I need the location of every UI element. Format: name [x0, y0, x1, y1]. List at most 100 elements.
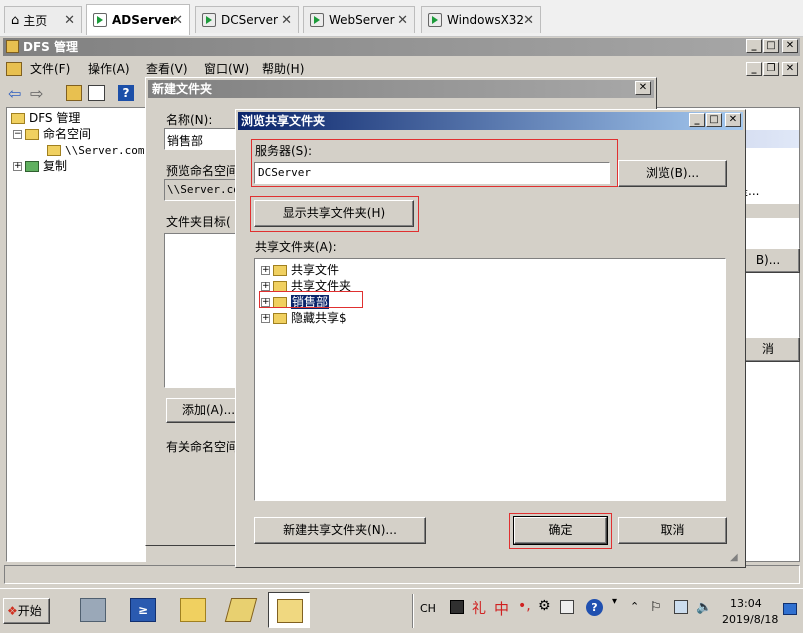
maximize-button[interactable]: □ — [763, 39, 779, 53]
add-target-button[interactable]: 添加(A)... — [166, 398, 238, 423]
dfs-active-taskbar-button[interactable] — [268, 592, 310, 628]
cancel-button[interactable]: 取消 — [618, 517, 727, 544]
tree-item-replication[interactable]: + 复制 — [13, 158, 67, 174]
resize-grip-icon[interactable]: ◢ — [730, 552, 738, 563]
language-indicator[interactable]: CH — [420, 602, 436, 615]
dfs-taskbar-button[interactable] — [220, 592, 262, 628]
shared-folder-icon — [273, 265, 287, 276]
targets-list[interactable] — [164, 233, 239, 388]
clock-time[interactable]: 13:04 — [730, 597, 762, 610]
shared-folder-item[interactable]: + 共享文件 — [261, 262, 339, 278]
name-input[interactable]: 销售部 — [164, 128, 239, 150]
shared-folders-app-icon — [277, 599, 303, 623]
shared-folder-icon — [273, 313, 287, 324]
server-manager-taskbar-button[interactable] — [72, 592, 114, 628]
ok-button[interactable]: 确定 — [513, 516, 608, 545]
targets-label: 文件夹目标( — [166, 215, 231, 229]
new-shared-folder-button[interactable]: 新建共享文件夹(N)... — [254, 517, 426, 544]
window-title: DFS 管理 — [3, 38, 800, 56]
ime-settings-icon[interactable]: ⚙ — [538, 598, 551, 614]
volume-muted-icon[interactable]: 🔈 — [696, 600, 712, 615]
collapse-icon[interactable]: − — [13, 130, 22, 139]
new-folder-title: 新建文件夹 — [148, 80, 654, 98]
forward-arrow-icon[interactable]: ⇨ — [30, 84, 43, 103]
server-manager-icon — [80, 598, 106, 622]
powershell-taskbar-button[interactable]: ≥ — [122, 592, 164, 628]
tree-item-namespaces[interactable]: − 命名空间 — [13, 126, 91, 142]
child-minimize-button[interactable]: _ — [746, 62, 762, 76]
tab-home[interactable]: ⌂ 主页 ✕ — [4, 6, 82, 33]
ime-mode-icon[interactable]: 礼 — [472, 598, 486, 618]
close-icon[interactable]: ✕ — [523, 13, 534, 28]
tab-webserver[interactable]: WebServer ✕ — [303, 6, 415, 33]
child-restore-button[interactable]: ❐ — [763, 62, 779, 76]
back-arrow-icon[interactable]: ⇦ — [8, 84, 21, 103]
start-button[interactable]: ❖开始 — [3, 598, 50, 624]
tray-separator — [412, 594, 414, 628]
console-tree: DFS 管理 − 命名空间 \\Server.com\ + 复制 — [6, 107, 151, 562]
menu-action[interactable]: 操作(A) — [88, 59, 130, 79]
namespace-icon — [25, 129, 39, 140]
selected-folder-highlight — [259, 291, 363, 308]
ime-toolbar-icon[interactable] — [450, 600, 464, 614]
remote-desktop-icon — [93, 13, 107, 27]
tab-dcserver[interactable]: DCServer ✕ — [195, 6, 299, 33]
expand-icon[interactable]: + — [261, 314, 270, 323]
windows-logo-icon: ❖ — [7, 604, 18, 618]
menu-file[interactable]: 文件(F) — [30, 59, 70, 79]
tab-label: WebServer — [329, 13, 395, 27]
new-folder-close-button[interactable]: ✕ — [635, 81, 651, 95]
action-center-flag-icon[interactable]: ⚐ — [650, 600, 662, 615]
toolbar: ⇦ ⇨ ? — [6, 82, 146, 104]
tab-adserver[interactable]: ADServer ✕ — [86, 4, 190, 35]
browse-minimize-button[interactable]: _ — [689, 113, 705, 127]
home-icon: ⌂ — [11, 12, 20, 28]
show-hidden-icons[interactable]: ⌃ — [630, 600, 639, 613]
powershell-icon: ≥ — [130, 598, 156, 622]
minimize-button[interactable]: _ — [746, 39, 762, 53]
dfs-app-icon — [224, 598, 258, 622]
browse-close-button[interactable]: ✕ — [725, 113, 741, 127]
clock-date[interactable]: 2019/8/18 — [722, 613, 778, 626]
folder-icon — [180, 598, 206, 622]
menu-window[interactable]: 窗口(W) — [204, 59, 249, 79]
help-icon[interactable]: ? — [586, 599, 603, 616]
browse-maximize-button[interactable]: □ — [706, 113, 722, 127]
browse-shared-folders-dialog: 浏览共享文件夹 _ □ ✕ 服务器(S): DCServer 浏览(B)... … — [235, 109, 746, 568]
close-icon[interactable]: ✕ — [281, 13, 292, 28]
browser-tab-bar: ⌂ 主页 ✕ ADServer ✕ DCServer ✕ WebServer ✕… — [0, 0, 803, 37]
dfs-icon — [6, 40, 19, 53]
tab-label: 主页 — [23, 13, 48, 28]
network-icon[interactable] — [674, 600, 688, 614]
tree-item-namespace[interactable]: \\Server.com\ — [47, 142, 151, 158]
namespace-folder-icon — [47, 145, 61, 156]
menu-view[interactable]: 查看(V) — [146, 59, 188, 79]
help-icon[interactable]: ? — [118, 85, 134, 101]
expand-icon[interactable]: + — [261, 266, 270, 275]
tab-windowsx32[interactable]: WindowsX32 ✕ — [421, 6, 541, 33]
close-icon[interactable]: ✕ — [172, 13, 183, 28]
options-icon[interactable]: ▾ — [612, 596, 617, 607]
up-folder-icon[interactable] — [66, 85, 82, 101]
show-desktop-icon[interactable] — [783, 603, 797, 615]
app-menu-icon[interactable] — [6, 62, 22, 76]
child-close-button[interactable]: ✕ — [782, 62, 798, 76]
menu-help[interactable]: 帮助(H) — [262, 59, 304, 79]
browse-button[interactable]: 浏览(B)... — [618, 160, 727, 187]
name-label: 名称(N): — [166, 113, 213, 127]
ime-chinese-indicator[interactable]: 中 — [494, 598, 509, 619]
punctuation-icon[interactable]: •, — [518, 598, 531, 614]
expand-icon[interactable]: + — [13, 162, 22, 171]
replication-icon — [25, 161, 39, 172]
server-input[interactable]: DCServer — [254, 162, 610, 184]
expand-icon[interactable]: + — [261, 282, 270, 291]
tree-item-dfs-management[interactable]: DFS 管理 — [11, 110, 80, 126]
show-tree-icon[interactable] — [88, 85, 105, 101]
close-icon[interactable]: ✕ — [64, 13, 75, 28]
show-shared-folders-button[interactable]: 显示共享文件夹(H) — [254, 200, 414, 227]
soft-keyboard-icon[interactable] — [560, 600, 574, 614]
explorer-taskbar-button[interactable] — [172, 592, 214, 628]
close-icon[interactable]: ✕ — [397, 13, 408, 28]
shared-folder-item[interactable]: + 隐藏共享$ — [261, 310, 347, 326]
close-button[interactable]: ✕ — [782, 39, 798, 53]
